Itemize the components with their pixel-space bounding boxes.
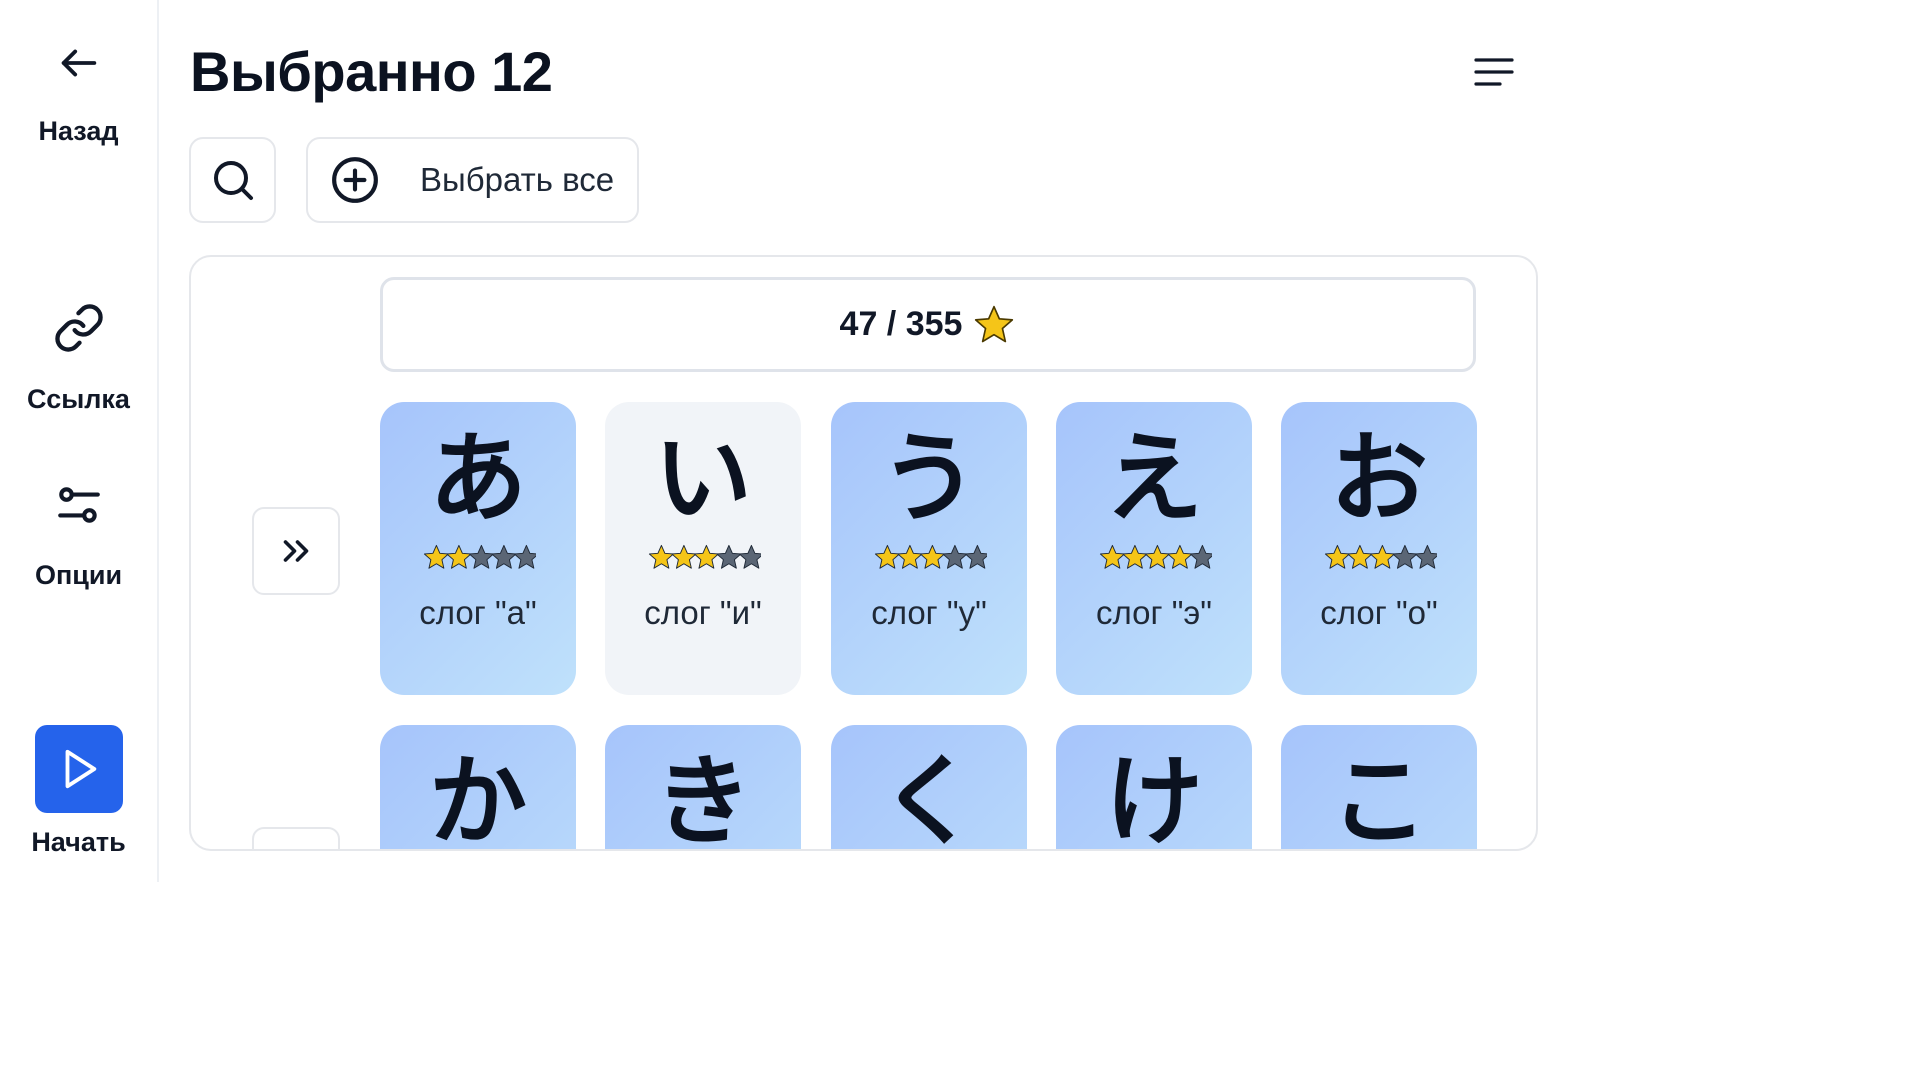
star-empty-icon [513,544,536,569]
star-filled-icon [648,544,674,569]
star-filled-icon [1369,544,1395,569]
star-empty-icon [1392,544,1418,569]
start-label: Начать [31,827,126,857]
kana-card[interactable]: こ [1281,725,1477,851]
link-icon [54,304,103,352]
star-empty-icon [716,544,742,569]
star-filled-icon [1347,544,1373,569]
syllable-label: слог "а" [419,594,537,631]
select-all-button[interactable]: Выбрать все [306,137,639,223]
progress-counter: 47 / 355 [380,277,1476,372]
arrow-left-icon [61,49,96,77]
options-button[interactable]: Опции [0,480,157,591]
star-empty-icon [964,544,987,569]
kana-character: あ [428,422,527,536]
star-filled-icon [1099,544,1125,569]
search-button[interactable] [189,137,276,223]
back-button[interactable]: Назад [0,40,157,147]
menu-icon[interactable] [1470,52,1518,92]
expand-row-button[interactable] [252,507,340,595]
sidebar: Назад Ссылка Опции Начать [0,0,159,882]
kana-card[interactable]: け [1056,725,1252,851]
search-icon [213,161,253,200]
rating-stars [874,544,987,569]
chevrons-right-icon [283,540,309,562]
star-filled-icon [1122,544,1148,569]
star-filled-icon [446,544,472,569]
page-title: Выбранно 12 [190,40,553,103]
kana-card[interactable]: お слог "о" [1281,402,1477,695]
star-empty-icon [1414,544,1437,569]
star-empty-icon [491,544,517,569]
play-icon [65,749,96,789]
syllable-label: слог "о" [1320,594,1438,631]
select-all-label: Выбрать все [420,161,615,198]
kana-card[interactable]: い слог "и" [605,402,801,695]
syllable-label: слог "у" [871,594,987,631]
star-filled-icon [874,544,900,569]
rating-stars [1324,544,1437,569]
kana-character: え [1104,422,1203,536]
star-filled-icon [423,544,449,569]
star-empty-icon [1189,544,1212,569]
kana-card[interactable]: あ слог "а" [380,402,576,695]
kana-character: う [879,422,978,536]
kana-character: け [1104,745,1203,851]
kana-card[interactable]: く [831,725,1027,851]
link-label: Ссылка [27,384,130,414]
kana-card[interactable]: え слог "э" [1056,402,1252,695]
star-icon [975,305,1014,342]
star-filled-icon [1324,544,1350,569]
syllable-label: слог "э" [1096,594,1212,631]
rating-stars [1099,544,1212,569]
cards-panel: 47 / 355 あ слог "а" い слог "и" う слог "у" え сло… [189,255,1538,851]
star-empty-icon [468,544,494,569]
sliders-icon [57,487,100,523]
expand-row-button-2[interactable] [252,827,340,849]
kana-card[interactable]: う слог "у" [831,402,1027,695]
kana-character: か [428,745,527,851]
kana-character: こ [1329,745,1428,851]
kana-card[interactable]: か [380,725,576,851]
rating-stars [648,544,761,569]
syllable-label: слог "и" [644,594,762,631]
star-filled-icon [1144,544,1170,569]
options-label: Опции [34,560,123,590]
kana-character: お [1329,422,1428,536]
back-label: Назад [38,116,119,146]
star-filled-icon [1167,544,1193,569]
star-empty-icon [738,544,761,569]
plus-circle-icon [332,157,378,203]
kana-character: き [653,745,752,851]
star-filled-icon [919,544,945,569]
progress-text: 47 / 355 [839,305,963,343]
start-button-tile[interactable] [34,725,123,813]
star-filled-icon [897,544,923,569]
star-filled-icon [693,544,719,569]
star-filled-icon [671,544,697,569]
link-button[interactable]: Ссылка [0,302,157,415]
kana-character: く [879,745,978,851]
kana-character: い [653,422,752,536]
star-empty-icon [942,544,968,569]
kana-card[interactable]: き [605,725,801,851]
rating-stars [423,544,536,569]
start-button[interactable]: Начать [0,725,157,858]
